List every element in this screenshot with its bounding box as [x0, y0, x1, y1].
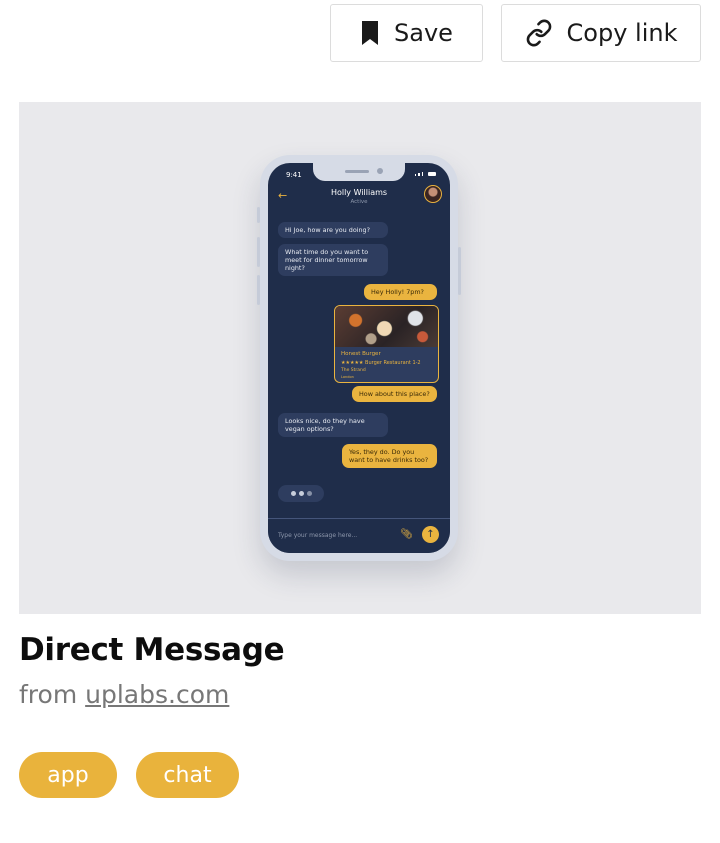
phone-side-button — [257, 207, 260, 223]
message-bubble: How about this place? — [352, 386, 437, 402]
message-bubble: Hey Holly! 7pm? — [364, 284, 437, 300]
restaurant-address: The Strand London — [341, 368, 366, 379]
contact-name: Holly Williams — [330, 188, 388, 197]
message-input[interactable]: Type your message here... — [278, 532, 357, 539]
restaurant-meta: ★★★★★ Burger Restaurant 1-2 — [341, 360, 421, 366]
restaurant-name: Honest Burger — [341, 351, 381, 357]
avatar[interactable] — [424, 185, 442, 203]
phone-side-button — [257, 237, 260, 267]
restaurant-category: Burger Restaurant 1-2 — [365, 360, 421, 366]
source-line: from uplabs.com — [19, 680, 229, 709]
phone-side-button — [257, 275, 260, 305]
message-bubble: Yes, they do. Do you want to have drinks… — [342, 444, 437, 468]
phone-mockup: 9:41 ← Holly Williams Active Hi Joe, how… — [257, 155, 461, 561]
copy-link-label: Copy link — [566, 19, 678, 47]
restaurant-card[interactable]: Honest Burger ★★★★★ Burger Restaurant 1-… — [334, 305, 439, 383]
copy-link-button[interactable]: Copy link — [501, 4, 701, 62]
message-composer[interactable]: Type your message here... 📎︎ ↑ — [268, 518, 450, 553]
rating-stars: ★★★★★ — [341, 360, 364, 366]
bookmark-icon — [362, 21, 379, 45]
phone-side-button — [458, 247, 461, 295]
tag-app[interactable]: app — [19, 752, 117, 798]
attach-icon[interactable]: 📎︎ — [400, 529, 413, 540]
contact-status: Active — [350, 199, 368, 205]
page-title: Direct Message — [19, 632, 285, 668]
save-button[interactable]: Save — [330, 4, 483, 62]
message-bubble: What time do you want to meet for dinner… — [278, 244, 388, 276]
phone-screen: 9:41 ← Holly Williams Active Hi Joe, how… — [268, 163, 450, 553]
save-label: Save — [394, 19, 453, 47]
message-bubble: Looks nice, do they have vegan options? — [278, 413, 388, 437]
source-link[interactable]: uplabs.com — [85, 680, 229, 709]
phone-notch — [313, 163, 405, 181]
source-prefix: from — [19, 680, 78, 709]
preview-image[interactable]: 9:41 ← Holly Williams Active Hi Joe, how… — [19, 102, 701, 614]
link-icon — [526, 19, 551, 47]
food-photo — [335, 306, 438, 347]
message-bubble: Hi Joe, how are you doing? — [278, 222, 388, 238]
typing-indicator — [278, 485, 324, 502]
tag-chat[interactable]: chat — [136, 752, 239, 798]
send-button[interactable]: ↑ — [422, 526, 439, 543]
status-time: 9:41 — [286, 171, 302, 179]
status-icons — [414, 172, 436, 176]
